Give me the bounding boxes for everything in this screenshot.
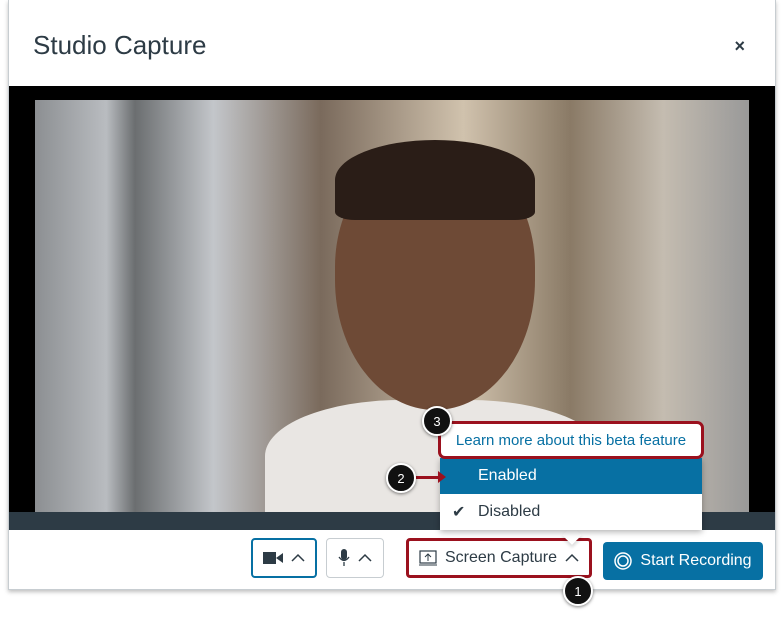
screen-capture-menu: Enabled ✔ Disabled	[440, 458, 702, 530]
chevron-up-icon	[565, 553, 579, 562]
close-icon[interactable]: ×	[734, 36, 745, 57]
checkmark-icon: ✔	[452, 504, 466, 521]
menu-item-enabled[interactable]: Enabled	[440, 458, 702, 494]
microphone-icon	[338, 549, 350, 566]
preview-person-hair	[335, 140, 535, 220]
microphone-toggle-button[interactable]	[326, 538, 384, 578]
modal-title: Studio Capture	[33, 30, 207, 60]
camera-toggle-button[interactable]	[251, 538, 317, 578]
callout-badge-3: 3	[422, 406, 452, 436]
screen-capture-label: Screen Capture	[444, 549, 558, 566]
callout-badge-1: 1	[563, 576, 593, 606]
menu-item-disabled[interactable]: ✔ Disabled	[440, 494, 702, 530]
menu-item-label: Disabled	[478, 503, 541, 520]
chevron-up-icon	[358, 553, 372, 562]
chevron-up-icon	[291, 553, 305, 562]
callout-badge-2: 2	[386, 463, 416, 493]
video-camera-icon	[263, 552, 283, 564]
screen-capture-button[interactable]: Screen Capture	[406, 538, 592, 578]
start-recording-button[interactable]: Start Recording	[603, 542, 763, 580]
learn-more-link[interactable]: Learn more about this beta feature	[438, 421, 704, 459]
start-recording-label: Start Recording	[640, 552, 752, 569]
menu-item-label: Enabled	[478, 467, 537, 484]
callout-arrow	[416, 471, 446, 483]
record-icon	[614, 552, 633, 570]
screen-share-icon	[418, 550, 437, 566]
